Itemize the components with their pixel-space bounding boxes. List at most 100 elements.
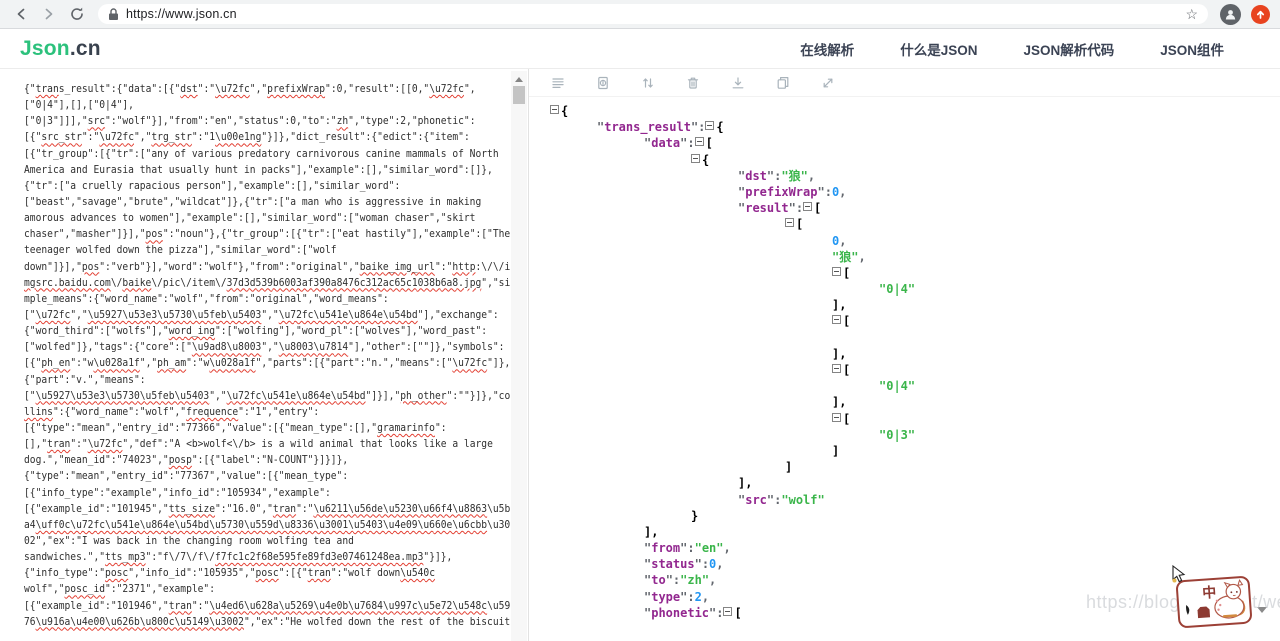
back-button[interactable] (10, 3, 32, 25)
json-tree-row: ], (550, 297, 1280, 313)
copy-icon (777, 76, 789, 89)
spellcheck-squiggle: ph_am (157, 356, 187, 370)
editor-line: a4\uff0c\u72fc\u541e\u864e\u54bd\u5730\u… (24, 517, 511, 531)
spellcheck-squiggle: \u540c (400, 566, 436, 580)
collapse-toggle-icon[interactable] (785, 218, 794, 228)
collapse-toggle-icon[interactable] (550, 105, 559, 114)
json-tree-row: ], (550, 346, 1280, 362)
spellcheck-squiggle: \uff0c\u72fc\u541e\u864e\u54bd\u5730\u55… (35, 517, 488, 531)
collapse-toggle-icon[interactable] (832, 266, 841, 276)
scrollbar-thumb[interactable] (513, 86, 525, 104)
spellcheck-squiggle: \u72fc (87, 437, 123, 451)
nav-json-parse-code[interactable]: JSON解析代码 (1023, 39, 1114, 59)
json-token: ": (694, 557, 710, 572)
json-token: "狼" (781, 168, 808, 183)
json-tree-row: [ (550, 362, 1280, 378)
json-token: [ (843, 363, 851, 377)
editor-line: [{"example_id":"101945","tts_size":"16.0… (24, 501, 511, 515)
download-button[interactable] (731, 76, 745, 90)
spellcheck-squiggle: f7fc1c2f68e595fe89fd3e07461248ea.mp3 (215, 550, 424, 564)
json-token: result (745, 201, 789, 216)
spellcheck-squiggle: trg_str (151, 130, 192, 144)
collapse-toggle-icon[interactable] (803, 202, 813, 212)
compress-button[interactable] (551, 76, 565, 90)
sort-icon (643, 77, 653, 88)
nav-json-components[interactable]: JSON组件 (1160, 39, 1224, 59)
delete-button[interactable] (686, 76, 700, 90)
collapse-toggle-icon[interactable] (832, 364, 841, 373)
update-badge[interactable] (1251, 4, 1270, 24)
json-token: ": (680, 541, 695, 556)
collapse-toggle-icon[interactable] (691, 153, 700, 163)
json-token: ], (738, 476, 753, 491)
editor-line: dog.","mean_id":"74023","posp":[{"label"… (24, 453, 349, 467)
editor-line: teenager wolfed down the pizza"],"simila… (24, 243, 337, 257)
escape-button[interactable] (596, 76, 610, 90)
spellcheck-squiggle: \u9ad8\u8003 (191, 340, 262, 354)
browser-chrome: https://www.json.cn ☆ (0, 0, 1280, 29)
spellcheck-squiggle: \u72fc (452, 356, 488, 370)
json-token: ": (817, 184, 832, 199)
spellcheck-squiggle: tran (168, 598, 192, 612)
spellcheck-squiggle: tts_size (168, 501, 216, 515)
spellcheck-squiggle: tran (47, 437, 71, 451)
json-token: [ (705, 136, 713, 151)
spellcheck-squiggle: http (452, 259, 476, 273)
editor-text[interactable]: {"trans_result":{"data":[{"dst":"\u72fc"… (24, 81, 513, 637)
scrollbar-up-button[interactable] (511, 73, 527, 85)
spellcheck-squiggle: llins (24, 404, 53, 418)
json-token: trans_result (604, 120, 691, 135)
json-token: ": (766, 168, 782, 183)
site-logo[interactable]: Json.cn (20, 37, 101, 61)
collapse-toggle-icon[interactable] (705, 121, 715, 131)
json-token: type (651, 589, 681, 604)
collapse-toggle-icon[interactable] (832, 412, 841, 422)
collapse-toggle-icon[interactable] (723, 606, 733, 616)
profile-avatar[interactable] (1220, 3, 1241, 25)
expand-icon (823, 78, 833, 87)
nav-online-parse[interactable]: 在线解析 (800, 39, 854, 59)
json-tree-row: { (550, 152, 1280, 168)
json-tree-row: "0|4" (550, 378, 1280, 394)
spellcheck-squiggle: prefixWrap (267, 82, 326, 95)
bookmark-star-icon[interactable]: ☆ (1185, 7, 1198, 21)
copy-button[interactable] (776, 76, 790, 90)
editor-line: [{"example_id":"101946","tran":"\u4ed6\u… (24, 598, 511, 612)
json-token: , (716, 557, 724, 572)
json-token: "wolf" (781, 492, 825, 507)
json-token: dst (745, 168, 767, 183)
json-input-editor[interactable]: {"trans_result":{"data":[{"dst":"\u72fc"… (0, 69, 529, 641)
url-bar[interactable]: https://www.json.cn ☆ (98, 4, 1208, 24)
spellcheck-squiggle: \u5927\u53e3\u5730\u5feb\u5403 (87, 307, 262, 321)
json-tree-row: "src":"wolf" (550, 492, 1280, 508)
reload-icon (71, 7, 83, 20)
json-tree-row: ], (550, 524, 1280, 540)
mascot-sticker: 中 (1175, 575, 1253, 629)
json-token: from (651, 541, 681, 556)
editor-scrollbar[interactable] (511, 71, 527, 641)
editor-line: ["\u72fc","\u5927\u53e3\u5730\u5feb\u540… (24, 307, 499, 321)
collapse-toggle-icon[interactable] (694, 137, 704, 147)
editor-line: 76\u916a\u4e00\u626b\u800c\u5149\u3002",… (24, 614, 511, 628)
editor-line: sandwiches.","tts_mp3":"f\/7\/f\/f7fc1c2… (24, 550, 453, 564)
json-token: ], (644, 524, 659, 539)
mascot-cat-icon (1186, 579, 1246, 619)
json-token: 2 (694, 589, 702, 604)
json-token: data (651, 136, 681, 151)
forward-button[interactable] (38, 3, 60, 25)
compress-icon (552, 77, 564, 88)
json-token: [ (814, 201, 822, 216)
sort-button[interactable] (641, 76, 655, 90)
json-token: phonetic (651, 605, 710, 620)
spellcheck-squiggle: src_str (41, 130, 82, 144)
nav-what-is-json[interactable]: 什么是JSON (900, 39, 977, 59)
logo-suffix: .cn (69, 36, 101, 60)
url-text[interactable]: https://www.json.cn (126, 7, 1178, 21)
spellcheck-squiggle: baike_img_url (359, 259, 435, 273)
editor-line: [{"src_str":"\u72fc","trg_str":"1\u00e1n… (24, 130, 470, 144)
json-tree-row: "0|3" (550, 427, 1280, 443)
expand-button[interactable] (821, 76, 835, 90)
spellcheck-squiggle: ph_en (41, 356, 71, 370)
reload-button[interactable] (66, 3, 88, 25)
collapse-toggle-icon[interactable] (832, 315, 841, 325)
